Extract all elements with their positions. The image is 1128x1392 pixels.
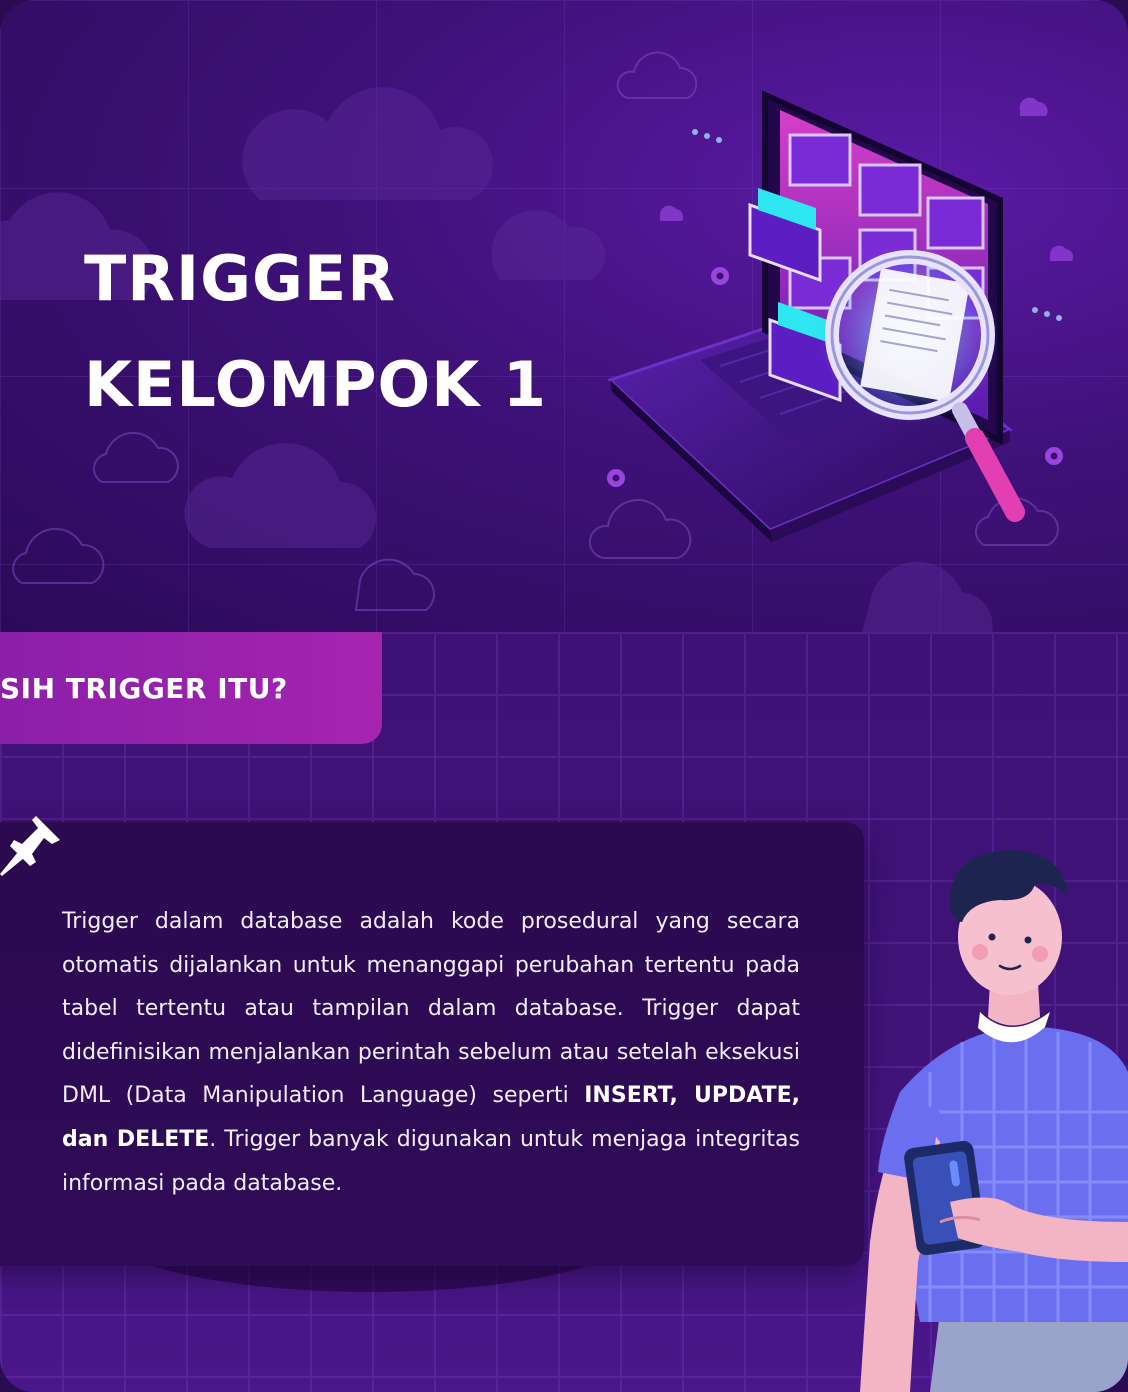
title-line-2: KELOMPOK 1 (84, 348, 548, 421)
title-line-1: TRIGGER (84, 242, 396, 315)
description-text: Trigger dalam database adalah kode prose… (62, 900, 800, 1205)
laptop-illustration (607, 90, 1062, 542)
page-title: TRIGGER KELOMPOK 1 (84, 226, 547, 438)
content-section: SIH TRIGGER ITU? Trigger dalam database … (0, 632, 1128, 1392)
question-label: SIH TRIGGER ITU? (0, 671, 288, 705)
hero-section: TRIGGER KELOMPOK 1 (0, 0, 1128, 632)
slide-page: TRIGGER KELOMPOK 1 SIH TRIGGER ITU? Trig… (0, 0, 1128, 1392)
question-tab: SIH TRIGGER ITU? (0, 632, 382, 744)
person-illustration (860, 850, 1128, 1392)
pin-icon (0, 816, 60, 876)
description-part-1: Trigger dalam database adalah kode prose… (62, 909, 800, 1109)
